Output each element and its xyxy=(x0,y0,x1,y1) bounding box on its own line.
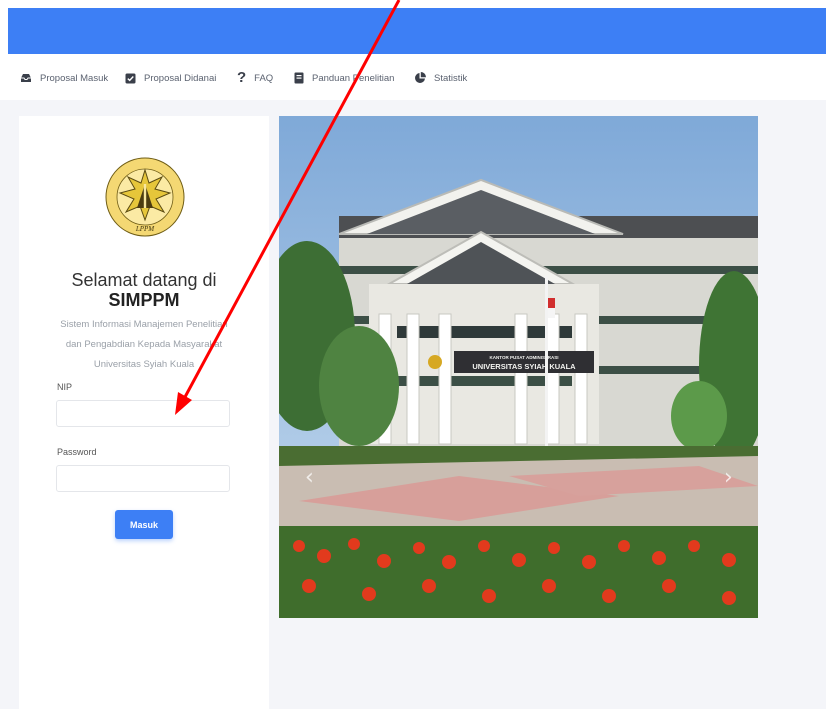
app-description: Sistem Informasi Manajemen Penelitian da… xyxy=(29,315,259,375)
top-bar xyxy=(0,0,826,54)
campus-photo-carousel: KANTOR PUSAT ADMINISTRASI UNIVERSITAS SY… xyxy=(279,116,758,618)
carousel-next-icon[interactable]: › xyxy=(724,465,733,490)
question-icon: ? xyxy=(237,69,247,86)
nav-item-faq[interactable]: ? FAQ xyxy=(237,69,274,86)
pie-chart-icon xyxy=(415,72,426,83)
login-button[interactable]: Masuk xyxy=(115,510,173,539)
inbox-icon xyxy=(21,74,31,82)
nav-item-panduan-penelitian[interactable]: Panduan Penelitian xyxy=(294,71,394,85)
sign-line-2: UNIVERSITAS SYIAH KUALA xyxy=(472,362,576,371)
nav-item-proposal-didanai[interactable]: Proposal Didanai xyxy=(125,71,216,85)
nav-label: Statistik xyxy=(434,72,468,84)
campus-photo: KANTOR PUSAT ADMINISTRASI UNIVERSITAS SY… xyxy=(279,116,758,618)
login-panel: LPPM Selamat datang di SIMPPM Sistem Inf… xyxy=(19,116,269,709)
app-name: SIMPPM xyxy=(108,290,180,310)
checkbox-icon xyxy=(125,73,136,83)
nav-label: FAQ xyxy=(254,72,274,84)
nip-label: NIP xyxy=(57,382,73,392)
header-banner xyxy=(8,8,826,54)
nav-label: Proposal Masuk xyxy=(40,72,109,84)
main-nav: Proposal Masuk Proposal Didanai ? FAQ Pa… xyxy=(0,54,826,101)
logo-text: LPPM xyxy=(135,225,155,233)
nav-label: Panduan Penelitian xyxy=(312,72,395,84)
book-icon xyxy=(294,72,304,84)
nav-item-proposal-masuk[interactable]: Proposal Masuk xyxy=(20,71,108,85)
password-input[interactable] xyxy=(56,465,230,492)
description-line-2: dan Pengabdian Kepada Masyarakat xyxy=(65,339,223,350)
sign-line-1: KANTOR PUSAT ADMINISTRASI xyxy=(490,355,559,360)
nip-input[interactable] xyxy=(56,400,230,427)
nav-label: Proposal Didanai xyxy=(144,72,217,84)
description-line-1: Sistem Informasi Manajemen Penelitian xyxy=(60,319,228,330)
welcome-text: Selamat datang di xyxy=(71,270,217,290)
carousel-prev-icon[interactable]: ‹ xyxy=(305,465,314,490)
lppm-logo: LPPM xyxy=(105,157,185,237)
nav-item-statistik[interactable]: Statistik xyxy=(414,71,467,85)
description-line-3: Universitas Syiah Kuala xyxy=(93,359,195,370)
password-label: Password xyxy=(57,447,97,457)
